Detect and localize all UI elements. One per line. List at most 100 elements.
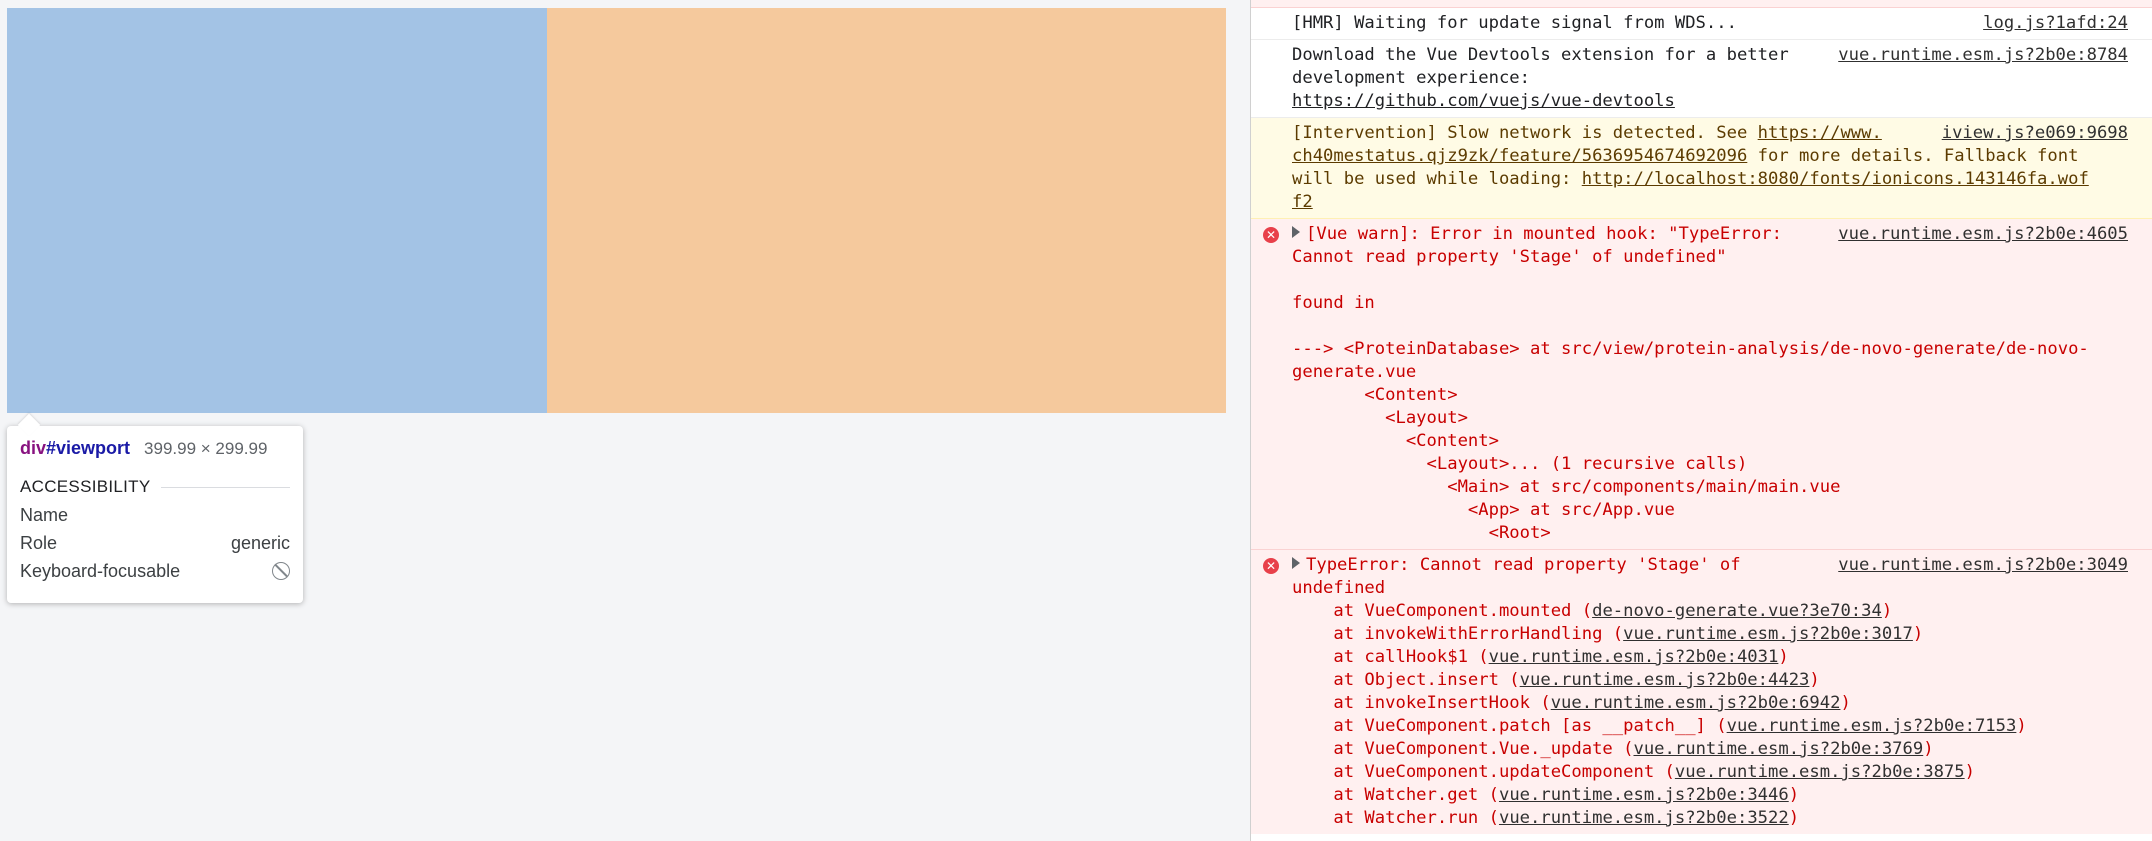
error-icon: ✕: [1263, 558, 1279, 574]
element-id: #viewport: [46, 438, 131, 458]
stack-frame: at VueComponent.Vue._update (vue.runtime…: [1292, 738, 2128, 761]
stack-frame: at Watcher.get (vue.runtime.esm.js?2b0e:…: [1292, 784, 2128, 807]
chromestatus-link[interactable]: https://www.: [1758, 123, 1882, 143]
stack-frame-function: at Watcher.run (: [1292, 808, 1499, 828]
stack-frame-paren: ): [1912, 624, 1924, 644]
stack-frame-function: at invokeInsertHook (: [1292, 693, 1551, 713]
message-source-link[interactable]: vue.runtime.esm.js?2b0e:4605: [1838, 223, 2128, 246]
accessibility-row-role: Role generic: [20, 533, 290, 553]
stack-frame: at callHook$1 (vue.runtime.esm.js?2b0e:4…: [1292, 646, 2128, 669]
viewport-right-pane: [547, 8, 1226, 413]
message-source-link[interactable]: log.js?1afd:24: [1983, 12, 2128, 35]
accessibility-row-name: Name: [20, 505, 290, 525]
stack-frame-function: at callHook$1 (: [1292, 647, 1489, 667]
devtools-link[interactable]: https://github.com/vuejs/vue-devtools: [1292, 91, 1675, 111]
row-label: Keyboard-focusable: [20, 560, 181, 581]
font-link[interactable]: http://localhost:8080/fonts/ionicons.143…: [1582, 169, 2089, 189]
stack-frame-paren: ): [1788, 785, 1800, 805]
console-message-log: vue.runtime.esm.js?2b0e:8784 Download th…: [1251, 40, 2152, 118]
stack-frame-function: at VueComponent.patch [as __patch__] (: [1292, 716, 1727, 736]
accessibility-heading: ACCESSIBILITY: [20, 477, 151, 496]
stack-frame-link[interactable]: vue.runtime.esm.js?2b0e:6942: [1551, 693, 1841, 713]
message-source-link[interactable]: iview.js?e069:9698: [1942, 122, 2128, 145]
page-area: div#viewport 399.99 × 299.99 ACCESSIBILI…: [0, 0, 1250, 841]
stack-frame-link[interactable]: vue.runtime.esm.js?2b0e:3017: [1623, 624, 1913, 644]
stack-frame-link[interactable]: vue.runtime.esm.js?2b0e:4423: [1520, 670, 1810, 690]
section-divider: [160, 486, 290, 488]
stack-frame-function: at VueComponent.Vue._update (: [1292, 739, 1634, 759]
stack-frame: at Watcher.run (vue.runtime.esm.js?2b0e:…: [1292, 807, 2128, 830]
accessibility-section: ACCESSIBILITY: [20, 477, 290, 497]
error-icon: ✕: [1263, 227, 1279, 243]
stack-frame-link[interactable]: de-novo-generate.vue?3e70:34: [1592, 601, 1882, 621]
devtools-console[interactable]: log.js?1afd:24 [HMR] Waiting for update …: [1250, 0, 2152, 841]
stack-frame-paren: ): [1788, 808, 1800, 828]
stack-frame-link[interactable]: vue.runtime.esm.js?2b0e:7153: [1727, 716, 2017, 736]
stack-frame-paren: ): [1964, 762, 1975, 782]
message-source-link[interactable]: vue.runtime.esm.js?2b0e:8784: [1838, 44, 2128, 67]
not-allowed-icon: [272, 562, 290, 580]
component-trace: generate.vue: [1292, 362, 1417, 382]
message-text: [Intervention] Slow network is detected.…: [1292, 123, 1758, 143]
component-trace: ---> <ProteinDatabase> at src/view/prote…: [1292, 339, 2089, 359]
message-text: [HMR] Waiting for update signal from WDS…: [1292, 13, 1737, 33]
console-message-log: log.js?1afd:24 [HMR] Waiting for update …: [1251, 8, 2152, 40]
component-trace: <Content>: [1292, 431, 1499, 451]
row-label: Name: [20, 504, 69, 525]
stack-frame-function: at Watcher.get (: [1292, 785, 1499, 805]
component-trace: <Content>: [1292, 385, 1458, 405]
message-text: Download the Vue Devtools extension for …: [1292, 45, 1789, 88]
stack-frame-link[interactable]: vue.runtime.esm.js?2b0e:3446: [1499, 785, 1789, 805]
message-text: [Vue warn]: Error in mounted hook: "Type…: [1306, 224, 1782, 244]
element-selector: div#viewport: [20, 438, 130, 459]
component-trace: <Main> at src/components/main/main.vue: [1292, 477, 1841, 497]
console-message-error: ✕ vue.runtime.esm.js?2b0e:3049 TypeError…: [1251, 550, 2152, 834]
font-link-cont[interactable]: f2: [1292, 192, 1313, 212]
chromestatus-link-cont[interactable]: ch40mestatus.qjz9zk/feature/563695467469…: [1292, 146, 1747, 166]
element-tag: div: [20, 438, 47, 458]
stack-frame-paren: ): [1809, 670, 1820, 690]
component-trace: <Layout>: [1292, 408, 1468, 428]
stack-frame-paren: ): [2016, 716, 2027, 736]
stack-frame: at invokeWithErrorHandling (vue.runtime.…: [1292, 623, 2128, 646]
tooltip-header: div#viewport 399.99 × 299.99: [20, 438, 290, 459]
stack-frame: at VueComponent.mounted (de-novo-generat…: [1292, 600, 2128, 623]
stack-frame-function: at VueComponent.mounted (: [1292, 601, 1593, 621]
row-value: generic: [230, 532, 290, 553]
stack-frame: at VueComponent.patch [as __patch__] (vu…: [1292, 715, 2128, 738]
message-source-link[interactable]: vue.runtime.esm.js?2b0e:3049: [1838, 554, 2128, 577]
previous-message-edge: [1251, 0, 2152, 8]
message-text: TypeError: Cannot read property 'Stage' …: [1306, 555, 1741, 575]
component-trace: <App> at src/App.vue: [1292, 500, 1675, 520]
accessibility-row-keyboard-focusable: Keyboard-focusable: [20, 561, 290, 581]
message-text: found in: [1292, 293, 1375, 313]
message-text: undefined: [1292, 578, 1386, 598]
element-size: 399.99 × 299.99: [144, 439, 268, 458]
expand-triangle-icon[interactable]: [1292, 226, 1300, 238]
expand-triangle-icon[interactable]: [1292, 557, 1300, 569]
stack-frame-link[interactable]: vue.runtime.esm.js?2b0e:3769: [1633, 739, 1923, 759]
message-text: Cannot read property 'Stage' of undefine…: [1292, 247, 1727, 267]
component-trace: <Layout>... (1 recursive calls): [1292, 454, 1748, 474]
stack-frame-function: at invokeWithErrorHandling (: [1292, 624, 1624, 644]
stack-frame-link[interactable]: vue.runtime.esm.js?2b0e:3875: [1675, 762, 1965, 782]
console-message-warning: iview.js?e069:9698 [Intervention] Slow n…: [1251, 118, 2152, 219]
stack-frame-link[interactable]: vue.runtime.esm.js?2b0e:3522: [1499, 808, 1789, 828]
stack-frame-paren: ): [1778, 647, 1789, 667]
stack-trace: at VueComponent.mounted (de-novo-generat…: [1292, 600, 2128, 830]
stack-frame: at Object.insert (vue.runtime.esm.js?2b0…: [1292, 669, 2128, 692]
stack-frame: at invokeInsertHook (vue.runtime.esm.js?…: [1292, 692, 2128, 715]
stack-frame-function: at VueComponent.updateComponent (: [1292, 762, 1675, 782]
stack-frame-paren: ): [1881, 601, 1893, 621]
viewport-left-pane: [7, 8, 547, 413]
viewport[interactable]: [7, 8, 1226, 413]
stack-frame-function: at Object.insert (: [1292, 670, 1520, 690]
stack-frame-paren: ): [1840, 693, 1851, 713]
stack-frame: at VueComponent.updateComponent (vue.run…: [1292, 761, 2128, 784]
inspect-tooltip: div#viewport 399.99 × 299.99 ACCESSIBILI…: [7, 426, 303, 603]
component-trace: <Root>: [1292, 523, 1551, 543]
row-label: Role: [20, 532, 58, 553]
stack-frame-link[interactable]: vue.runtime.esm.js?2b0e:4031: [1489, 647, 1779, 667]
console-message-error: ✕ vue.runtime.esm.js?2b0e:4605 [Vue warn…: [1251, 219, 2152, 550]
stack-frame-paren: ): [1923, 739, 1934, 759]
